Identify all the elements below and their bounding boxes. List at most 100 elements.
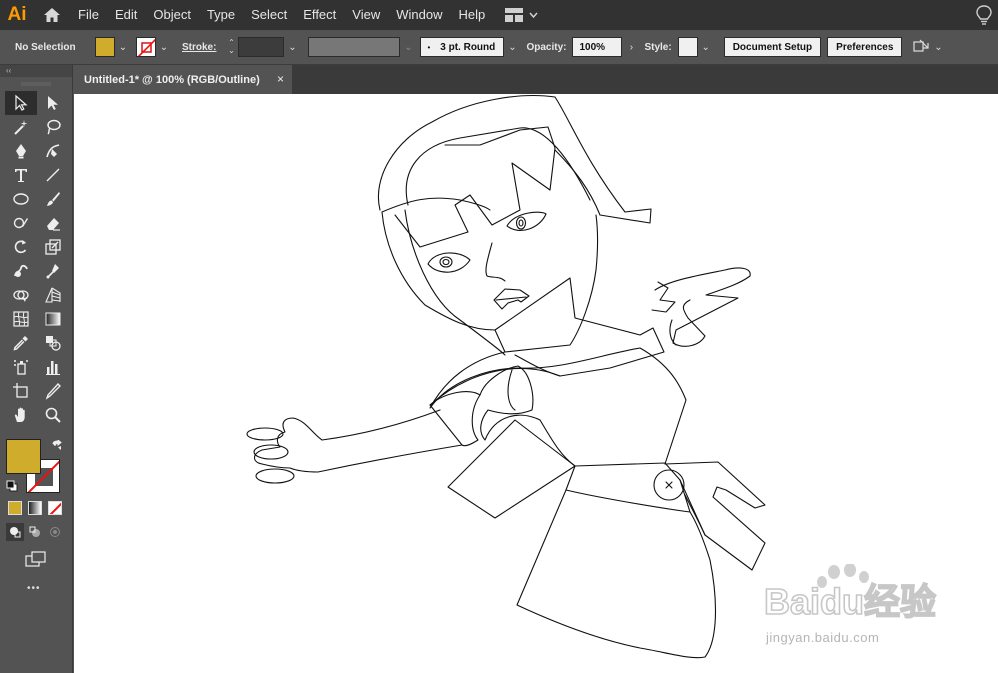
stroke-weight-field[interactable] <box>238 37 285 57</box>
eyedropper-tool-icon[interactable] <box>5 331 37 355</box>
menu-object[interactable]: Object <box>145 0 199 30</box>
shaper-tool-icon[interactable] <box>5 211 37 235</box>
column-graph-tool-icon[interactable] <box>37 355 69 379</box>
menu-file[interactable]: File <box>70 0 107 30</box>
pen-tool-icon[interactable] <box>5 139 37 163</box>
style-label: Style: <box>644 41 672 53</box>
profile-chevron-icon[interactable]: ⌄ <box>400 37 416 57</box>
lightbulb-icon[interactable] <box>974 4 994 26</box>
lasso-tool-icon[interactable] <box>37 115 69 139</box>
magic-wand-tool-icon[interactable] <box>5 115 37 139</box>
close-icon[interactable]: × <box>277 72 284 86</box>
finger-1 <box>246 427 284 441</box>
graphic-style-swatch[interactable] <box>677 37 698 57</box>
swap-fill-stroke-icon[interactable] <box>52 440 63 451</box>
symbol-sprayer-tool-icon[interactable] <box>5 355 37 379</box>
variable-width-profile[interactable] <box>308 37 401 57</box>
selection-tool-icon[interactable] <box>5 91 37 115</box>
line-segment-tool-icon[interactable] <box>37 163 69 187</box>
fill-stroke-controls <box>6 439 66 497</box>
cape <box>429 347 687 465</box>
draw-behind-icon[interactable] <box>26 523 44 541</box>
default-fill-stroke-icon[interactable] <box>6 480 18 492</box>
puppet-warp-tool-icon[interactable] <box>37 259 69 283</box>
menu-select[interactable]: Select <box>243 0 295 30</box>
menu-edit[interactable]: Edit <box>107 0 145 30</box>
hair-strands <box>405 127 591 206</box>
hand-tool-icon[interactable] <box>5 403 37 427</box>
ellipse-tool-icon[interactable] <box>5 187 37 211</box>
stroke-label: Stroke: <box>182 41 217 53</box>
rotate-tool-icon[interactable] <box>5 235 37 259</box>
sleeve <box>429 391 481 447</box>
scale-tool-icon[interactable] <box>37 235 69 259</box>
brush-chevron-icon[interactable]: ⌄ <box>504 37 520 57</box>
finger-3 <box>255 468 295 484</box>
stroke-swatch-none[interactable] <box>136 37 156 57</box>
workspace-grid-icon <box>505 8 524 22</box>
shape-builder-tool-icon[interactable] <box>5 283 37 307</box>
zoom-tool-icon[interactable] <box>37 403 69 427</box>
tools-panel: ‹‹ ••• <box>0 65 73 673</box>
paintbrush-tool-icon[interactable] <box>37 187 69 211</box>
artboard-tool-icon[interactable] <box>5 379 37 403</box>
skirt <box>516 489 717 659</box>
fill-swatch[interactable] <box>95 37 115 57</box>
arrange-chevron-icon[interactable]: ⌄ <box>930 37 946 57</box>
warp-tool-icon[interactable] <box>5 259 37 283</box>
mesh-tool-icon[interactable] <box>5 307 37 331</box>
arrange-documents-icon[interactable] <box>912 39 930 55</box>
document-tab-bar: Untitled-1* @ 100% (RGB/Outline) × <box>74 65 998 94</box>
fill-proxy[interactable] <box>6 439 41 474</box>
collapse-tools-icon[interactable]: ‹‹ <box>0 65 72 77</box>
fill-dropdown-chevron-icon[interactable]: ⌄ <box>115 37 131 57</box>
direct-selection-tool-icon[interactable] <box>37 91 69 115</box>
stroke-weight-stepper[interactable]: ⌃ ⌄ <box>224 37 238 57</box>
edit-toolbar-icon[interactable]: ••• <box>27 583 41 594</box>
menu-effect[interactable]: Effect <box>295 0 344 30</box>
selection-label: No Selection <box>15 41 76 53</box>
chevron-down-icon <box>529 12 538 18</box>
workspace-switcher[interactable] <box>505 8 538 22</box>
curvature-tool-icon[interactable] <box>37 139 69 163</box>
home-icon[interactable] <box>34 0 70 30</box>
artboard-canvas[interactable]: Baidu经验 jingyan.baidu.com <box>74 94 998 673</box>
left-eye <box>506 211 547 231</box>
draw-normal-icon[interactable] <box>6 523 24 541</box>
eraser-tool-icon[interactable] <box>37 211 69 235</box>
document-tab[interactable]: Untitled-1* @ 100% (RGB/Outline) × <box>74 65 292 94</box>
gradient-tool-icon[interactable] <box>37 307 69 331</box>
sword-hilt <box>664 461 766 571</box>
document-setup-button[interactable]: Document Setup <box>723 37 822 57</box>
nose <box>485 242 506 282</box>
stroke-weight-chevron-icon[interactable]: ⌄ <box>284 37 300 57</box>
slice-tool-icon[interactable] <box>37 379 69 403</box>
gradient-mode-button[interactable] <box>28 501 42 515</box>
type-tool-icon[interactable] <box>5 163 37 187</box>
perspective-grid-tool-icon[interactable] <box>37 283 69 307</box>
book <box>447 419 576 519</box>
watermark-brand: Baidu经验 <box>764 581 936 622</box>
control-bar: No Selection ⌄ ⌄ Stroke: ⌃ ⌄ ⌄ ⌄ • 3 pt. … <box>0 30 998 65</box>
menu-type[interactable]: Type <box>199 0 243 30</box>
menu-window[interactable]: Window <box>388 0 450 30</box>
menu-help[interactable]: Help <box>450 0 493 30</box>
menu-view[interactable]: View <box>344 0 388 30</box>
style-chevron-icon[interactable]: ⌄ <box>698 37 714 57</box>
watermark-url: jingyan.baidu.com <box>766 630 880 645</box>
brush-definition-field[interactable]: • 3 pt. Round <box>420 37 505 57</box>
color-mode-button[interactable] <box>8 501 22 515</box>
face-side <box>404 209 506 356</box>
document-tab-title: Untitled-1* @ 100% (RGB/Outline) <box>84 73 260 86</box>
none-mode-button[interactable] <box>48 501 62 515</box>
preferences-button[interactable]: Preferences <box>827 37 903 57</box>
screen-mode-icon[interactable] <box>25 551 47 567</box>
brush-label: 3 pt. Round <box>440 41 496 53</box>
stroke-dropdown-chevron-icon[interactable]: ⌄ <box>156 37 172 57</box>
menu-bar: Ai File Edit Object Type Select Effect V… <box>0 0 998 30</box>
draw-inside-icon[interactable] <box>46 523 64 541</box>
panel-grip[interactable] <box>0 77 72 91</box>
opacity-field[interactable]: 100% <box>572 37 623 57</box>
opacity-chevron-icon[interactable]: › <box>622 37 640 57</box>
blend-tool-icon[interactable] <box>37 331 69 355</box>
